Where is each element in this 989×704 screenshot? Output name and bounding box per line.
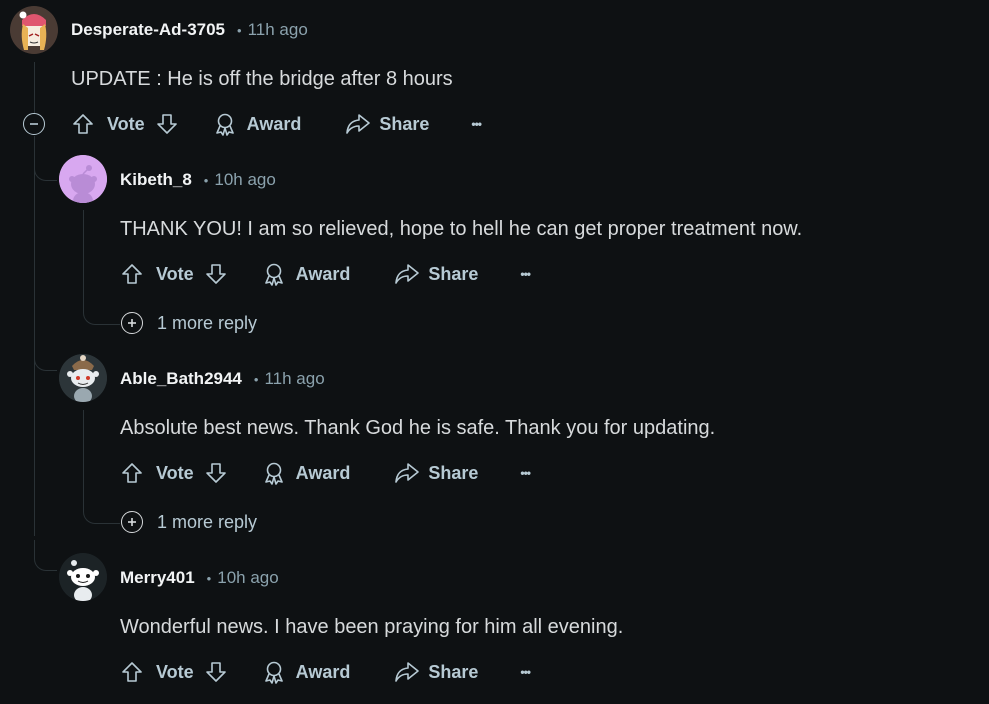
downvote-button[interactable] <box>204 660 228 684</box>
username[interactable]: Able_Bath2944 <box>120 369 242 389</box>
thread-elbow-merry <box>34 540 57 571</box>
upvote-button[interactable] <box>71 112 95 136</box>
overflow-menu-button[interactable]: ••• <box>520 466 531 480</box>
overflow-menu-button[interactable]: ••• <box>471 117 482 131</box>
award-label: Award <box>295 263 351 284</box>
thread-line-able <box>83 410 84 500</box>
comment-actions: Vote Award Share ••• <box>120 461 531 485</box>
username[interactable]: Merry401 <box>120 568 195 588</box>
downvote-button[interactable] <box>204 262 228 286</box>
share-button[interactable]: Share <box>394 262 478 286</box>
thread-elbow-able-more <box>83 500 120 524</box>
separator-dot: • <box>203 172 209 188</box>
award-button[interactable]: Award <box>262 461 351 485</box>
comment-meta: Desperate-Ad-3705 • 11h ago <box>71 20 308 40</box>
timestamp[interactable]: 10h ago <box>214 170 275 190</box>
comment-meta: Able_Bath2944 • 11h ago <box>120 369 325 389</box>
thread-line-kibeth <box>83 210 84 300</box>
overflow-menu-button[interactable]: ••• <box>520 267 531 281</box>
upvote-button[interactable] <box>120 262 144 286</box>
share-arrow-icon <box>346 114 371 134</box>
arrow-down-icon <box>205 264 226 284</box>
share-arrow-icon <box>395 463 420 483</box>
username[interactable]: Desperate-Ad-3705 <box>71 20 225 40</box>
comment-body: THANK YOU! I am so relieved, hope to hel… <box>120 218 803 240</box>
avatar[interactable] <box>59 553 107 601</box>
share-label: Share <box>428 263 479 284</box>
award-button[interactable]: Award <box>262 262 351 286</box>
upvote-button[interactable] <box>120 660 144 684</box>
share-label: Share <box>428 462 479 483</box>
comment-body: Absolute best news. Thank God he is safe… <box>120 417 716 439</box>
award-label: Award <box>295 661 351 682</box>
award-label: Award <box>295 462 351 483</box>
thread-elbow-able <box>34 340 57 371</box>
share-label: Share <box>428 661 479 682</box>
share-arrow-icon <box>395 662 420 682</box>
comment-meta: Merry401 • 10h ago <box>120 568 279 588</box>
comment-actions: Vote Award Share ••• <box>71 112 482 136</box>
comment-meta: Kibeth_8 • 10h ago <box>120 170 276 190</box>
separator-dot: • <box>253 371 259 387</box>
plus-circle-icon <box>121 511 143 533</box>
award-ribbon-icon <box>264 263 283 286</box>
avatar[interactable] <box>10 6 58 54</box>
thread-line-main-lower <box>34 136 35 536</box>
more-replies-button[interactable]: 1 more reply <box>121 511 257 533</box>
timestamp[interactable]: 11h ago <box>264 369 324 389</box>
comment-actions: Vote Award Share ••• <box>120 660 531 684</box>
upvote-button[interactable] <box>120 461 144 485</box>
thread-elbow-kibeth-more <box>83 300 120 325</box>
avatar[interactable] <box>59 354 107 402</box>
share-arrow-icon <box>395 264 420 284</box>
arrow-down-icon <box>205 662 226 682</box>
share-button[interactable]: Share <box>394 461 478 485</box>
username[interactable]: Kibeth_8 <box>120 170 192 190</box>
more-replies-label: 1 more reply <box>157 312 258 333</box>
vote-label: Vote <box>156 661 194 682</box>
thread-line-main <box>34 62 35 114</box>
timestamp[interactable]: 11h ago <box>248 20 308 40</box>
vote-label: Vote <box>156 462 194 483</box>
comment-body: Wonderful news. I have been praying for … <box>120 616 624 638</box>
overflow-menu-button[interactable]: ••• <box>520 665 531 679</box>
award-label: Award <box>246 113 302 134</box>
downvote-button[interactable] <box>204 461 228 485</box>
award-ribbon-icon <box>264 661 283 684</box>
timestamp[interactable]: 10h ago <box>217 568 278 588</box>
award-ribbon-icon <box>215 113 234 136</box>
vote-label: Vote <box>156 263 194 284</box>
share-label: Share <box>379 113 430 134</box>
comment-actions: Vote Award Share ••• <box>120 262 531 286</box>
downvote-button[interactable] <box>155 112 179 136</box>
award-ribbon-icon <box>264 462 283 485</box>
arrow-up-icon <box>73 114 93 134</box>
minus-circle-icon <box>30 123 38 125</box>
separator-dot: • <box>237 22 242 38</box>
award-button[interactable]: Award <box>262 660 351 684</box>
more-replies-label: 1 more reply <box>157 511 258 532</box>
ellipsis-icon: ••• <box>471 117 482 131</box>
collapse-thread-button[interactable] <box>23 113 45 135</box>
share-button[interactable]: Share <box>345 112 429 136</box>
plus-circle-icon <box>121 312 143 334</box>
arrow-down-icon <box>156 114 177 134</box>
arrow-up-icon <box>122 463 142 483</box>
vote-label: Vote <box>107 113 145 134</box>
ellipsis-icon: ••• <box>520 267 531 281</box>
comment-body: UPDATE : He is off the bridge after 8 ho… <box>71 68 453 90</box>
arrow-up-icon <box>122 662 142 682</box>
separator-dot: • <box>206 570 212 586</box>
share-button[interactable]: Share <box>394 660 478 684</box>
arrow-down-icon <box>205 463 226 483</box>
thread-elbow-kibeth <box>34 150 57 181</box>
ellipsis-icon: ••• <box>520 466 531 480</box>
more-replies-button[interactable]: 1 more reply <box>121 312 257 334</box>
avatar[interactable] <box>59 155 107 203</box>
arrow-up-icon <box>122 264 142 284</box>
award-button[interactable]: Award <box>213 112 302 136</box>
ellipsis-icon: ••• <box>520 665 531 679</box>
